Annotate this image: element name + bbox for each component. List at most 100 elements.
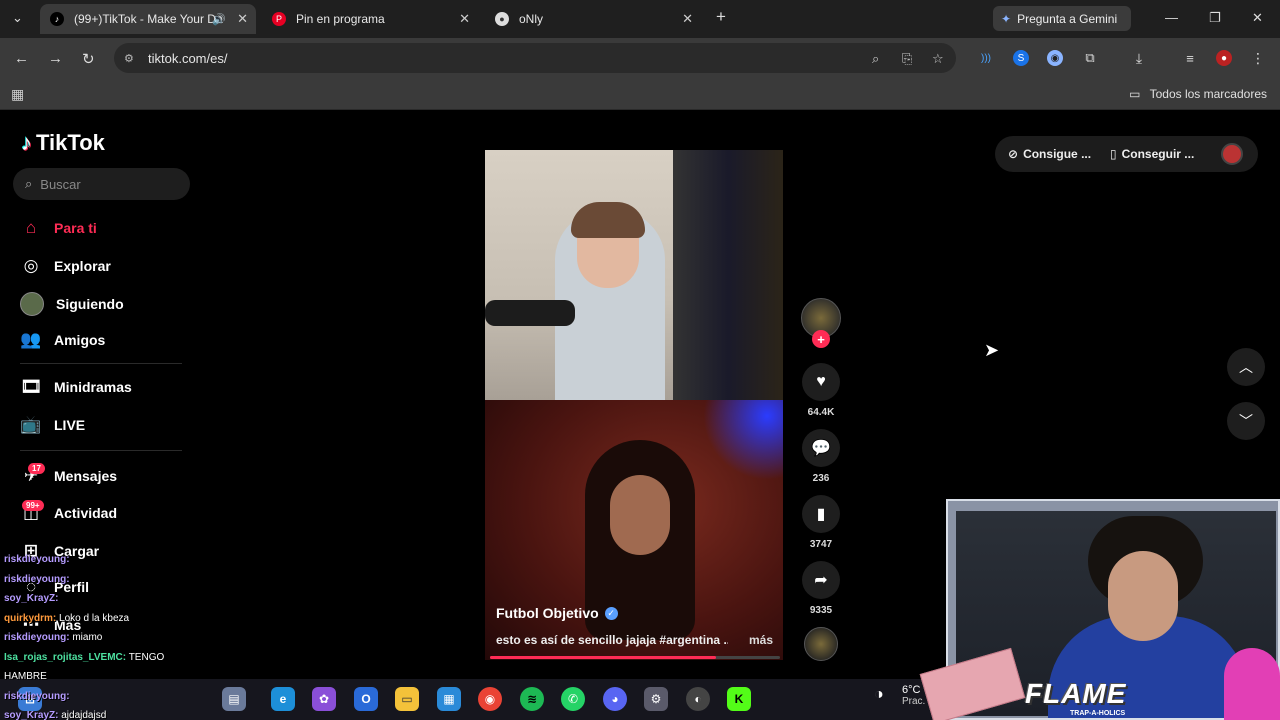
sidebar-item-explorar[interactable]: ◎ Explorar [20,256,111,276]
music-disc-icon[interactable] [804,627,838,661]
speaker-icon[interactable]: 🔊 [212,13,226,26]
sidebar-item-amigos[interactable]: 👥 Amigos [20,330,105,350]
chat-message: Loko d la kbeza [56,612,130,624]
close-tab-icon[interactable]: ✕ [682,11,693,27]
chat-line: soy_KrayZ: [4,589,254,609]
zoom-icon[interactable]: ⌕ [872,51,879,67]
chat-message: ajdajdajsd [58,710,107,720]
extension-lens-icon[interactable]: ◉ [1047,50,1063,66]
tab-list-icon[interactable]: ⌄ [12,10,23,26]
coin-icon: ⊘ [1008,147,1019,161]
bookmark-star-icon[interactable]: ☆ [932,51,944,67]
reload-icon[interactable]: ↻ [82,50,95,68]
copilot-icon[interactable]: ✿ [312,687,336,711]
store-icon[interactable]: ▦ [437,687,461,711]
chat-line: Isa_rojas_rojitas_LVEMC: TENGO [4,648,254,668]
more-link[interactable]: más [749,633,773,647]
globe-favicon-icon: ● [495,12,509,26]
minimize-icon[interactable]: — [1165,10,1178,25]
flame-overlay-subtitle: TRAP-A-HOLICS [1070,710,1126,717]
search-input[interactable]: ⌕ Buscar [13,168,190,200]
phone-icon: ▯ [1110,147,1117,161]
bookmark-icon: ▮ [802,495,840,533]
video-progress-bar[interactable] [490,656,780,659]
download-icon[interactable]: ⤓ [1131,50,1147,66]
save-count: 3747 [809,539,833,550]
comment-action[interactable]: 💬 236 [802,429,840,484]
url-bar[interactable]: ⚙ tiktok.com/es/ [114,43,956,73]
close-tab-icon[interactable]: ✕ [459,11,470,27]
restore-icon[interactable]: ❐ [1209,10,1221,26]
webcam-face [1108,551,1178,641]
chat-line: soy_KrayZ: ajdajdajsd [4,706,254,720]
outlook-icon[interactable]: O [354,687,378,711]
compass-icon: ◎ [23,256,39,275]
pink-mascot-graphic [1224,648,1280,720]
tiktok-note-icon: ♪ [21,130,32,155]
apps-grid-icon[interactable]: ▦ [11,86,24,103]
get-coins-button[interactable]: ⊘ Consigue ... [996,137,1103,171]
user-avatar[interactable] [1221,143,1243,165]
close-window-icon[interactable]: ✕ [1252,10,1263,26]
weather-moon-icon: ◑ [874,686,884,703]
get-coins-label: Consigue ... [1023,147,1092,161]
file-explorer-icon[interactable]: ▭ [395,687,419,711]
share-arrow-icon: ➦ [802,561,840,599]
blue-light [703,400,783,480]
discord-icon[interactable]: ◕ [603,687,627,711]
all-bookmarks-folder[interactable]: ▭ Todos los marcadores [1129,87,1267,101]
spotify-icon[interactable]: ≋ [520,687,544,711]
caller-face [610,475,670,555]
chevron-down-icon: ﹀ [1239,413,1253,429]
follow-plus-icon[interactable]: + [812,330,830,348]
share-action[interactable]: ➦ 9335 [802,561,840,616]
settings-gear-icon[interactable]: ⚙ [644,687,668,711]
tab-pinterest[interactable]: P Pin en programa ✕ [262,4,478,34]
install-app-icon[interactable]: ⎘ [902,51,912,67]
sidebar-item-siguiendo[interactable]: Siguiendo [20,292,124,316]
media-controls-icon[interactable]: ≡ [1182,50,1198,66]
extensions-puzzle-icon[interactable]: ⧉ [1082,50,1098,66]
film-icon: 🎞 [20,377,42,396]
sidebar-item-label: Para ti [54,220,97,236]
tab-only[interactable]: ● oNly ✕ [485,4,701,34]
sidebar-item-para-ti[interactable]: ⌂ Para ti [20,218,97,238]
profile-avatar-icon[interactable]: ● [1216,50,1232,66]
video-author[interactable]: Futbol Objetivo ✓ [496,605,618,621]
extension-audio-icon[interactable]: ))) [978,50,994,66]
author-name: Futbol Objetivo [496,605,599,621]
menu-kebab-icon[interactable]: ⋮ [1250,50,1266,66]
tab-tiktok[interactable]: ♪ (99+)TikTok - Make Your Da 🔊 ✕ [40,4,256,34]
back-icon[interactable]: ← [14,50,29,67]
extension-shazam-icon[interactable]: S [1013,50,1029,66]
gemini-button[interactable]: ✦ Pregunta a Gemini [993,6,1131,31]
obs-icon[interactable]: ◐ [686,687,710,711]
chat-message: miamo [69,632,103,643]
chat-message: HAMBRE [4,671,47,682]
sidebar-item-minidramas[interactable]: 🎞 Minidramas [20,377,132,397]
chat-line: riskdieyoung: [4,550,254,570]
previous-video-button[interactable]: ︿ [1227,348,1265,386]
sidebar-item-label: Siguiendo [56,296,124,312]
folder-icon: ▭ [1129,87,1141,101]
edge-icon[interactable]: e [271,687,295,711]
new-tab-button[interactable]: + [716,7,726,27]
kick-icon[interactable]: K [727,687,751,711]
logo-text: TikTok [36,130,105,155]
video-description: esto es así de sencillo jajaja #argentin… [496,633,728,647]
heart-icon: ♥ [802,363,840,401]
bookmarks-folder-label: Todos los marcadores [1149,87,1267,101]
video-player[interactable]: Futbol Objetivo ✓ esto es así de sencill… [485,150,783,660]
save-action[interactable]: ▮ 3747 [802,495,840,550]
next-video-button[interactable]: ﹀ [1227,402,1265,440]
tiktok-logo[interactable]: ♪ TikTok [21,130,105,156]
get-app-button[interactable]: ▯ Conseguir ... [1098,137,1206,171]
forward-icon[interactable]: → [48,50,63,67]
like-action[interactable]: ♥ 64.4K [802,363,840,418]
close-tab-icon[interactable]: ✕ [237,11,248,27]
gemini-sparkle-icon: ✦ [1001,11,1012,26]
sidebar-item-live[interactable]: 📺 LIVE [20,415,85,435]
whatsapp-icon[interactable]: ✆ [561,687,585,711]
site-info-icon[interactable]: ⚙ [124,52,134,65]
chrome-icon[interactable]: ◉ [478,687,502,711]
